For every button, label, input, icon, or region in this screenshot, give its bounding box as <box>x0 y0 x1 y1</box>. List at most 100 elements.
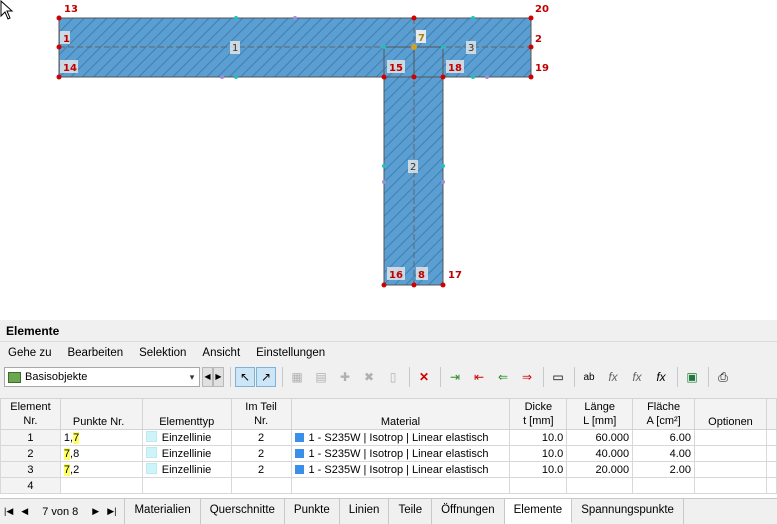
formula-icon[interactable]: fx <box>603 367 623 387</box>
points-cell[interactable]: 7,2 <box>59 461 143 478</box>
length-cell[interactable]: 20.000 <box>566 461 634 478</box>
length-cell[interactable] <box>566 477 634 494</box>
menu-selektion[interactable]: Selektion <box>131 343 194 363</box>
next-button[interactable]: ▶ <box>213 367 224 387</box>
text-format-icon[interactable]: ab <box>579 367 599 387</box>
move-left-icon[interactable]: ⇐ <box>493 367 513 387</box>
material-cell[interactable]: 1 - S235W | Isotrop | Linear elastisch <box>290 445 511 462</box>
area-cell[interactable]: 6.00 <box>632 429 696 446</box>
tab-querschnitte[interactable]: Querschnitte <box>201 499 285 524</box>
tab-öffnungen[interactable]: Öffnungen <box>432 499 505 524</box>
part-nr-cell[interactable]: 2 <box>230 445 292 462</box>
excel-export-icon[interactable]: ▣ <box>682 367 702 387</box>
delete-icon[interactable]: ✕ <box>414 367 434 387</box>
extra-cell <box>765 445 777 462</box>
menu-einstellungen[interactable]: Einstellungen <box>248 343 333 363</box>
row-number[interactable]: 3 <box>0 461 61 478</box>
options-cell[interactable] <box>694 461 767 478</box>
element-type-cell[interactable]: Einzellinie <box>141 461 232 478</box>
object-type-select[interactable]: Basisobjekte ▾ <box>4 367 200 387</box>
clear-row-icon[interactable]: ▯ <box>383 367 403 387</box>
length-cell[interactable]: 40.000 <box>566 445 634 462</box>
material-cell[interactable]: 1 - S235W | Isotrop | Linear elastisch <box>290 461 511 478</box>
menu-ansicht[interactable]: Ansicht <box>194 343 248 363</box>
points-cell[interactable] <box>59 477 143 494</box>
tab-teile[interactable]: Teile <box>389 499 433 524</box>
menu-bearbeiten[interactable]: Bearbeiten <box>59 343 131 363</box>
prev-page-icon[interactable]: ◀ <box>21 506 28 517</box>
delete-row-icon[interactable]: ✖ <box>359 367 379 387</box>
toolbar-separator <box>409 367 410 387</box>
part-nr-cell[interactable]: 2 <box>230 429 292 446</box>
formula-edit-icon[interactable]: fx <box>651 367 671 387</box>
view-icon[interactable]: ▭ <box>548 367 568 387</box>
column-header-element-nr[interactable]: Element Nr. <box>0 398 61 430</box>
import-icon[interactable]: ⇥ <box>445 367 465 387</box>
column-header-element-type[interactable]: Elementtyp <box>141 398 232 430</box>
thickness-cell[interactable]: 10.0 <box>509 429 568 446</box>
table-row[interactable]: 4 <box>0 477 777 494</box>
tab-elemente[interactable]: Elemente <box>504 499 573 524</box>
options-cell[interactable] <box>694 477 767 494</box>
tab-spannungspunkte[interactable]: Spannungspunkte <box>572 499 684 524</box>
column-header-part-nr[interactable]: Im Teil Nr. <box>230 398 292 430</box>
remove-icon[interactable]: ⇤ <box>469 367 489 387</box>
options-cell[interactable] <box>694 429 767 446</box>
part-nr-cell[interactable] <box>230 477 292 494</box>
table-row[interactable]: 2 7,8 Einzellinie 2 1 - S235W | Isotrop | Li… <box>0 445 777 462</box>
table-header-row: Element Nr. Punkte Nr. Elementtyp Im Teil… <box>0 398 777 430</box>
insert-row-icon[interactable]: ▤ <box>311 367 331 387</box>
column-header-options[interactable]: Optionen <box>694 398 767 430</box>
tab-punkte[interactable]: Punkte <box>285 499 340 524</box>
length-cell[interactable]: 60.000 <box>566 429 634 446</box>
print-icon[interactable]: ⎙ <box>713 367 733 387</box>
area-cell[interactable] <box>632 477 696 494</box>
material-cell[interactable]: 1 - S235W | Isotrop | Linear elastisch <box>290 429 511 446</box>
points-cell[interactable]: 1,7 <box>59 429 143 446</box>
material-cell[interactable] <box>290 477 511 494</box>
select-reverse-icon[interactable]: ↗ <box>256 367 276 387</box>
table-row[interactable]: 1 1,7 Einzellinie 2 1 - S235W | Isotrop | Li… <box>0 429 777 446</box>
thickness-cell[interactable]: 10.0 <box>509 445 568 462</box>
table-row[interactable]: 3 7,2 Einzellinie 2 1 - S235W | Isotrop | Li… <box>0 461 777 478</box>
row-number[interactable]: 1 <box>0 429 61 446</box>
extra-cell <box>765 461 777 478</box>
menu-gehe-zu[interactable]: Gehe zu <box>0 343 59 363</box>
points-cell[interactable]: 7,8 <box>59 445 143 462</box>
object-type-value: Basisobjekte <box>25 371 88 383</box>
row-number[interactable]: 2 <box>0 445 61 462</box>
first-page-icon[interactable]: |◀ <box>4 506 13 517</box>
mouse-cursor-icon <box>0 0 14 20</box>
select-mode-icon[interactable]: ↖ <box>235 367 255 387</box>
chevron-down-icon[interactable]: ▾ <box>185 372 199 383</box>
options-cell[interactable] <box>694 445 767 462</box>
move-right-icon[interactable]: ⇒ <box>517 367 537 387</box>
table-icon[interactable]: ▦ <box>287 367 307 387</box>
formula-delete-icon[interactable]: fx <box>627 367 647 387</box>
drawing-canvas[interactable]: 13 20 1 2 14 19 15 18 16 8 17 7 1 2 3 <box>0 0 777 320</box>
part-nr-cell[interactable]: 2 <box>230 461 292 478</box>
basic-objects-icon <box>8 371 21 383</box>
tab-linien[interactable]: Linien <box>340 499 390 524</box>
point-label-7: 7 <box>418 33 425 44</box>
row-number[interactable]: 4 <box>0 477 61 494</box>
panel-title: Elemente <box>0 320 777 342</box>
material-color-swatch <box>294 432 304 442</box>
area-cell[interactable]: 4.00 <box>632 445 696 462</box>
prev-button[interactable]: ◀ <box>202 367 213 387</box>
column-header-material[interactable]: Material <box>290 398 511 430</box>
column-header-thickness[interactable]: Dicke t [mm] <box>509 398 568 430</box>
column-header-length[interactable]: Länge L [mm] <box>566 398 634 430</box>
add-row-icon[interactable]: ✚ <box>335 367 355 387</box>
column-header-points[interactable]: Punkte Nr. <box>59 398 143 430</box>
next-page-icon[interactable]: ▶ <box>92 506 99 517</box>
tab-materialien[interactable]: Materialien <box>125 499 201 524</box>
element-type-cell[interactable] <box>141 477 232 494</box>
element-type-cell[interactable]: Einzellinie <box>141 429 232 446</box>
last-page-icon[interactable]: ▶| <box>107 506 116 517</box>
column-header-area[interactable]: Fläche A [cm²] <box>632 398 696 430</box>
thickness-cell[interactable]: 10.0 <box>509 461 568 478</box>
element-type-cell[interactable]: Einzellinie <box>141 445 232 462</box>
thickness-cell[interactable] <box>509 477 568 494</box>
area-cell[interactable]: 2.00 <box>632 461 696 478</box>
